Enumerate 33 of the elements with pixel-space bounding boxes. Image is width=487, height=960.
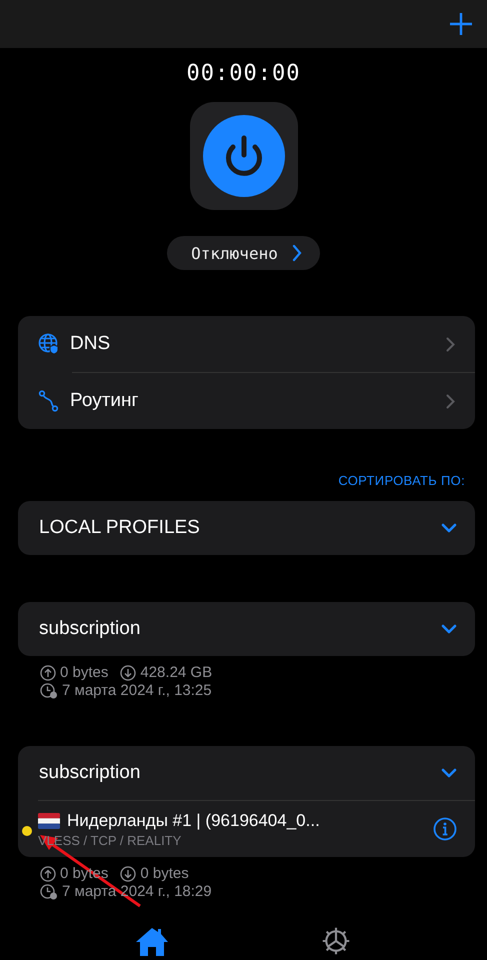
upload-icon bbox=[40, 664, 56, 680]
globe-shield-icon bbox=[38, 333, 60, 355]
upload-icon bbox=[40, 866, 56, 882]
status-button[interactable]: Отключено bbox=[167, 236, 320, 270]
chevron-down-icon[interactable] bbox=[441, 624, 457, 634]
server-name[interactable]: Нидерланды #1 | (96196404_0... bbox=[67, 810, 320, 830]
upload-amount: 0 bytes bbox=[60, 664, 108, 681]
chevron-right-icon bbox=[446, 336, 455, 352]
home-tab[interactable] bbox=[134, 926, 170, 956]
download-amount: 428.24 GB bbox=[140, 664, 212, 681]
download-amount: 0 bytes bbox=[140, 865, 189, 882]
chevron-down-icon[interactable] bbox=[441, 768, 457, 778]
update-time: 7 марта 2024 г., 13:25 bbox=[62, 682, 212, 699]
timer: 00:00:00 bbox=[186, 61, 300, 86]
chevron-right-icon bbox=[292, 244, 302, 262]
route-icon bbox=[38, 390, 60, 412]
chevron-right-icon bbox=[446, 394, 455, 408]
info-icon[interactable] bbox=[433, 817, 457, 841]
group-title[interactable]: subscription bbox=[39, 762, 441, 784]
chevron-down-icon[interactable] bbox=[441, 523, 457, 533]
add-icon[interactable] bbox=[449, 12, 473, 36]
settings-item[interactable]: DNS bbox=[70, 333, 436, 355]
sort-link[interactable]: СОРТИРОВАТЬ ПО: bbox=[338, 473, 465, 491]
clock-check-icon bbox=[40, 884, 58, 900]
group-title[interactable]: subscription bbox=[39, 618, 441, 640]
update-time: 7 марта 2024 г., 18:29 bbox=[62, 883, 212, 900]
download-icon bbox=[120, 866, 136, 882]
download-icon bbox=[120, 664, 136, 680]
group-title[interactable]: LOCAL PROFILES bbox=[39, 517, 441, 539]
settings-item[interactable]: Роутинг bbox=[70, 390, 436, 412]
flag-icon bbox=[38, 812, 60, 828]
power-button[interactable] bbox=[190, 102, 298, 210]
clock-check-icon bbox=[40, 682, 58, 698]
